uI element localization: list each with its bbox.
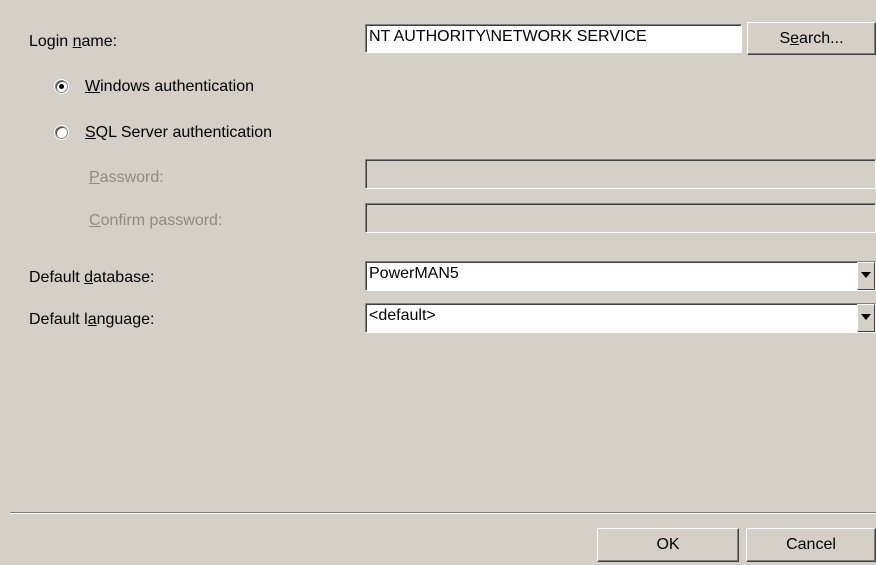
- sql-auth-radio[interactable]: [55, 126, 68, 139]
- search-button-accel: e: [790, 30, 800, 47]
- sql-auth-label[interactable]: SQL Server authentication: [85, 124, 272, 142]
- windows-auth-accel: W: [85, 78, 101, 95]
- password-text: assword:: [99, 169, 164, 186]
- default-database-select[interactable]: PowerMAN5: [365, 261, 876, 291]
- cancel-button[interactable]: Cancel: [746, 528, 876, 562]
- login-name-value: NT AUTHORITY\NETWORK SERVICE: [369, 28, 647, 45]
- sql-auth-accel: S: [85, 124, 96, 141]
- login-name-label-text-rest: ame:: [81, 33, 118, 50]
- default-database-label: Default database:: [29, 269, 154, 287]
- default-language-label-rest: nguage:: [96, 311, 155, 328]
- default-language-label: Default language:: [29, 311, 154, 329]
- search-button[interactable]: Search...: [747, 22, 876, 55]
- login-name-label-accel: n: [72, 33, 82, 50]
- default-language-select[interactable]: <default>: [365, 303, 876, 333]
- cancel-button-label: Cancel: [786, 536, 836, 553]
- windows-auth-text: indows authentication: [100, 78, 254, 95]
- ok-button-label: OK: [656, 536, 680, 553]
- confirm-password-accel: C: [89, 212, 101, 229]
- footer-separator-highlight: [10, 513, 876, 514]
- search-button-label-rest: arch...: [799, 30, 844, 47]
- default-database-dropdown-button[interactable]: [857, 262, 875, 290]
- confirm-password-text: onfirm password:: [100, 212, 223, 229]
- default-language-label-text: Default l: [29, 311, 88, 328]
- chevron-down-icon: [861, 272, 871, 278]
- windows-auth-label[interactable]: Windows authentication: [85, 78, 254, 96]
- login-name-label-text: Login: [29, 33, 73, 50]
- radio-selected-dot: [59, 84, 64, 89]
- password-accel: P: [89, 169, 100, 186]
- default-database-value: PowerMAN5: [369, 265, 459, 282]
- confirm-password-field: [365, 203, 876, 233]
- chevron-down-icon: [861, 314, 871, 320]
- default-language-accel: a: [87, 311, 97, 328]
- sql-auth-text: QL Server authentication: [95, 124, 273, 141]
- ok-button[interactable]: OK: [597, 528, 739, 562]
- search-button-label: S: [779, 30, 791, 47]
- default-database-label-text: Default: [29, 269, 85, 286]
- login-name-label: Login name:: [29, 33, 117, 51]
- default-database-accel: d: [84, 269, 94, 286]
- default-language-value: <default>: [369, 307, 436, 324]
- default-database-label-rest: atabase:: [93, 269, 155, 286]
- windows-auth-radio[interactable]: [55, 80, 68, 93]
- password-field: [365, 159, 876, 189]
- login-name-input[interactable]: NT AUTHORITY\NETWORK SERVICE: [365, 24, 742, 53]
- confirm-password-label: Confirm password:: [89, 212, 222, 230]
- password-label: Password:: [89, 169, 164, 187]
- default-language-dropdown-button[interactable]: [857, 304, 875, 332]
